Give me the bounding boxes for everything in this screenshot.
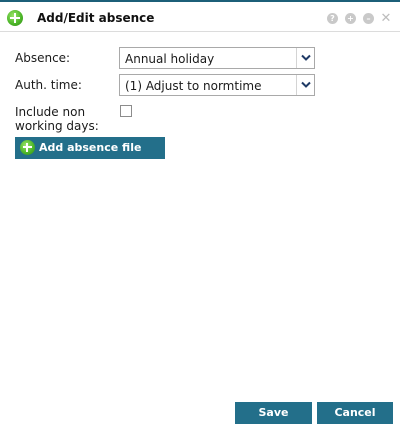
absence-select-value: Annual holiday	[125, 52, 215, 66]
add-edit-absence-dialog: Add/Edit absence ? + – ✕ Absence: Annual…	[0, 0, 400, 430]
add-circle-icon	[7, 10, 23, 26]
chevron-down-icon[interactable]	[296, 75, 314, 95]
add-circle-icon	[20, 140, 35, 155]
help-icon[interactable]: ?	[327, 13, 338, 24]
save-button[interactable]: Save	[235, 402, 312, 424]
add-absence-file-button[interactable]: Add absence file	[15, 137, 165, 159]
minimize-icon[interactable]: –	[363, 13, 374, 24]
chevron-down-icon[interactable]	[296, 48, 314, 68]
close-icon[interactable]: ✕	[380, 12, 392, 25]
auth-time-label: Auth. time:	[15, 78, 82, 92]
dialog-titlebar: Add/Edit absence ? + – ✕	[0, 4, 400, 32]
absence-label: Absence:	[15, 51, 71, 65]
add-absence-file-label: Add absence file	[39, 141, 142, 154]
absence-select[interactable]: Annual holiday	[119, 47, 315, 69]
auth-time-select[interactable]: (1) Adjust to normtime	[119, 74, 315, 96]
include-non-working-days-label: Include non working days:	[15, 105, 99, 133]
restore-icon[interactable]: +	[345, 13, 356, 24]
cancel-button[interactable]: Cancel	[317, 402, 393, 424]
auth-time-select-value: (1) Adjust to normtime	[125, 79, 262, 93]
dialog-title: Add/Edit absence	[37, 11, 155, 25]
include-non-working-days-checkbox[interactable]	[120, 105, 132, 117]
